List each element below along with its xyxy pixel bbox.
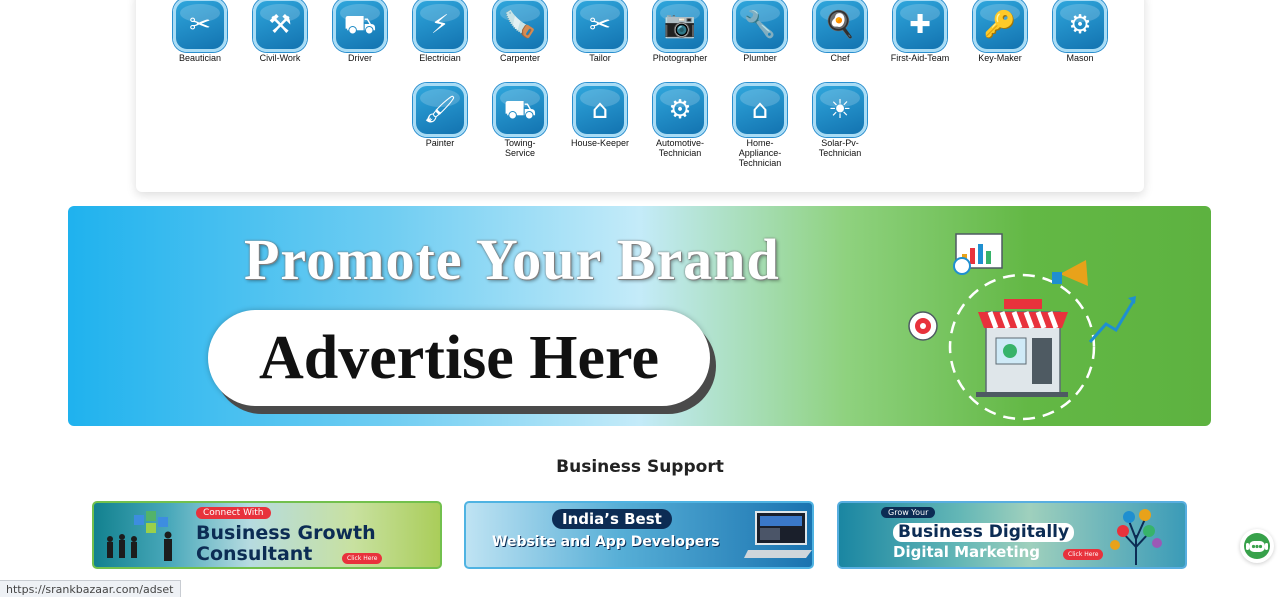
- service-label: Carpenter: [499, 53, 541, 63]
- service-mason[interactable]: ⚙ Mason: [1040, 0, 1120, 63]
- service-glyph: ✂: [589, 10, 611, 40]
- people-growth-illustration: [107, 511, 172, 561]
- storefront-illustration: [908, 233, 1136, 421]
- service-solar-pv-technician[interactable]: ☀ Solar-Pv-Technician: [800, 83, 880, 158]
- service-label: Driver: [348, 53, 372, 63]
- service-driver[interactable]: ⛟ Driver: [320, 0, 400, 63]
- page: ✂ Beautician ⚒ Civil-Work ⛟ Driver ⚡ Electricia…: [0, 0, 1280, 597]
- promo-tag: Grow Your: [881, 507, 936, 518]
- service-label: Electrician: [419, 53, 461, 63]
- service-chef[interactable]: 🍳 Chef: [800, 0, 880, 63]
- service-label: Solar-Pv-Technician: [818, 138, 862, 158]
- service-glyph: ⌂: [591, 95, 609, 125]
- service-glyph: 📷: [663, 10, 697, 40]
- promo-heading: Business Digitally: [893, 523, 1075, 542]
- service-label: Automotive-Technician: [655, 138, 705, 158]
- tailor-icon: ✂: [573, 0, 627, 52]
- service-carpenter[interactable]: 🪚 Carpenter: [480, 0, 560, 63]
- service-automotive-technician[interactable]: ⚙ Automotive-Technician: [640, 83, 720, 158]
- promo-subheading: Consultant: [196, 543, 313, 565]
- towing-service-icon: ⛟: [493, 83, 547, 137]
- service-glyph: 🪚: [503, 10, 537, 40]
- first-aid-icon: ✚: [893, 0, 947, 52]
- chef-icon: 🍳: [813, 0, 867, 52]
- service-glyph: ⛟: [503, 95, 537, 125]
- service-painter[interactable]: 🖌 Painter: [400, 83, 480, 148]
- service-house-keeper[interactable]: ⌂ House-Keeper: [560, 83, 640, 148]
- promo-business-growth[interactable]: Connect With Business Growth Consultant …: [92, 501, 442, 569]
- service-photographer[interactable]: 📷 Photographer: [640, 0, 720, 63]
- service-label: Mason: [1066, 53, 1094, 63]
- automotive-technician-icon: ⚙: [653, 83, 707, 137]
- service-label: Chef: [830, 53, 850, 63]
- service-label: Painter: [425, 138, 455, 148]
- service-glyph: 🖌: [423, 95, 457, 125]
- house-keeper-icon: ⌂: [573, 83, 627, 137]
- service-glyph: ✚: [909, 10, 931, 40]
- service-glyph: ✂: [189, 10, 211, 40]
- promo-heading: Business Growth: [196, 522, 376, 544]
- promo-subheading: Digital Marketing: [893, 543, 1041, 561]
- civil-work-icon: ⚒: [253, 0, 307, 52]
- electrician-icon: ⚡: [413, 0, 467, 52]
- chat-button[interactable]: [1240, 529, 1274, 563]
- service-label: Civil-Work: [259, 53, 301, 63]
- painter-icon: 🖌: [413, 83, 467, 137]
- service-label: Key-Maker: [978, 53, 1022, 63]
- carpenter-icon: 🪚: [493, 0, 547, 52]
- service-glyph: ⚙: [668, 95, 692, 125]
- service-label: First-Aid-Team: [890, 53, 950, 63]
- service-tailor[interactable]: ✂ Tailor: [560, 0, 640, 63]
- service-label: Beautician: [178, 53, 222, 63]
- service-key-maker[interactable]: 🔑 Key-Maker: [960, 0, 1040, 63]
- business-support-heading: Business Support: [556, 457, 724, 477]
- service-towing-service[interactable]: ⛟ Towing-Service: [480, 83, 560, 158]
- click-here-badge: Click Here: [1063, 549, 1104, 560]
- service-glyph: ⛟: [343, 10, 377, 40]
- promo-digital-marketing[interactable]: Grow Your Business Digitally Digital Mar…: [837, 501, 1187, 569]
- service-glyph: 🔑: [983, 10, 1017, 40]
- service-beautician[interactable]: ✂ Beautician: [160, 0, 240, 63]
- service-glyph: ⚡: [430, 10, 450, 40]
- status-bar-url: https://srankbazaar.com/adset: [0, 580, 181, 597]
- service-glyph: ⚙: [1068, 10, 1092, 40]
- promo-heading: Website and App Developers: [492, 534, 720, 550]
- digital-tree-illustration: [1110, 509, 1162, 565]
- chatbot-icon: [1244, 533, 1270, 559]
- promo-website-developers[interactable]: India’s Best Website and App Developers: [464, 501, 814, 569]
- service-label: House-Keeper: [570, 138, 630, 148]
- banner-cta-pill: Advertise Here: [208, 310, 710, 406]
- plumber-icon: 🔧: [733, 0, 787, 52]
- service-first-aid-team[interactable]: ✚ First-Aid-Team: [880, 0, 960, 63]
- service-glyph: 🍳: [823, 10, 857, 40]
- home-appliance-technician-icon: ⌂: [733, 83, 787, 137]
- service-label: Towing-Service: [504, 138, 536, 158]
- driver-icon: ⛟: [333, 0, 387, 52]
- advertise-banner[interactable]: Promote Your Brand Advertise Here: [68, 206, 1211, 426]
- solar-pv-technician-icon: ☀: [813, 83, 867, 137]
- service-home-appliance-technician[interactable]: ⌂ Home-Appliance-Technician: [720, 83, 800, 168]
- beautician-icon: ✂: [173, 0, 227, 52]
- banner-cta-text: Advertise Here: [259, 323, 659, 392]
- service-electrician[interactable]: ⚡ Electrician: [400, 0, 480, 63]
- service-glyph: ⌂: [751, 95, 769, 125]
- photographer-icon: 📷: [653, 0, 707, 52]
- promo-tag: India’s Best: [552, 509, 672, 529]
- mason-icon: ⚙: [1053, 0, 1107, 52]
- laptop-illustration: [744, 511, 812, 558]
- service-glyph: 🔧: [743, 10, 777, 40]
- service-label: Photographer: [652, 53, 708, 63]
- promo-tag: Connect With: [196, 507, 271, 519]
- service-label: Plumber: [743, 53, 777, 63]
- service-label: Tailor: [589, 53, 611, 63]
- banner-title: Promote Your Brand: [244, 227, 780, 292]
- service-plumber[interactable]: 🔧 Plumber: [720, 0, 800, 63]
- key-maker-icon: 🔑: [973, 0, 1027, 52]
- service-glyph: ☀: [828, 95, 852, 125]
- service-civil-work[interactable]: ⚒ Civil-Work: [240, 0, 320, 63]
- service-label: Home-Appliance-Technician: [738, 138, 782, 168]
- service-glyph: ⚒: [268, 10, 292, 40]
- click-here-badge: Click Here: [342, 553, 383, 564]
